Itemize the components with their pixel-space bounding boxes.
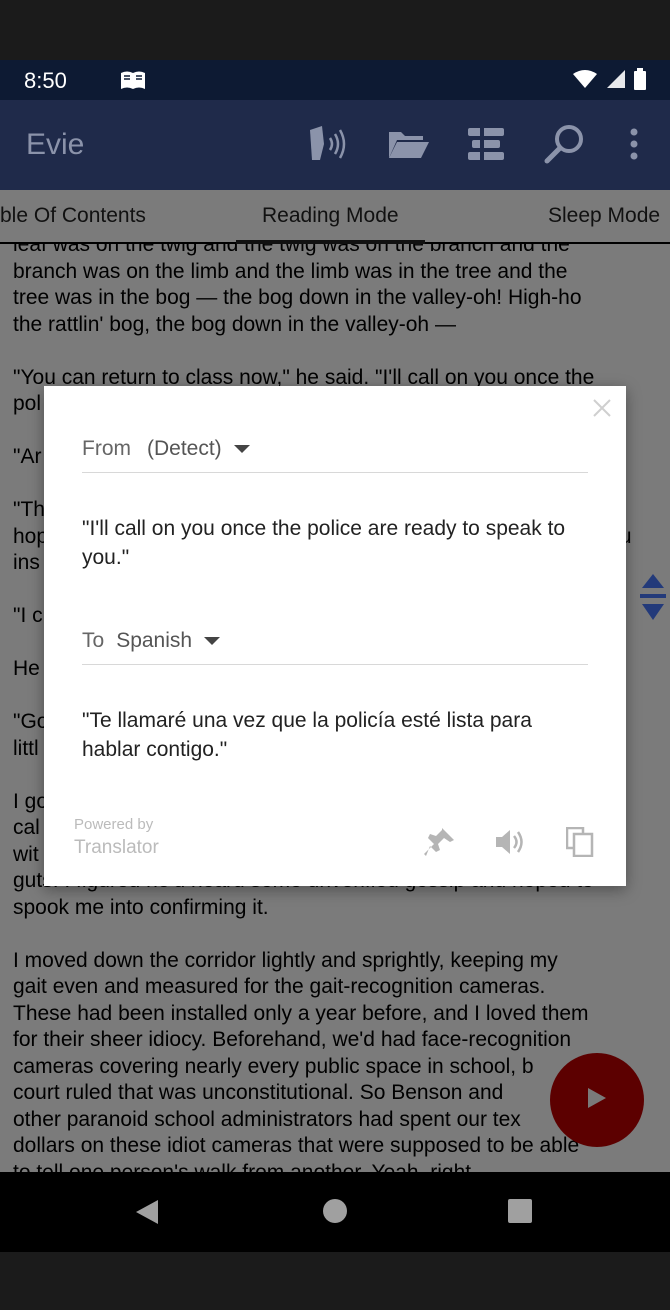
play-button[interactable] xyxy=(550,1053,644,1147)
app-title: Evie xyxy=(26,128,85,161)
open-book-icon xyxy=(120,70,146,95)
chevron-down-icon[interactable] xyxy=(204,637,221,645)
to-language-row[interactable]: To Spanish xyxy=(82,618,588,665)
tab-reading-mode[interactable]: Reading Mode xyxy=(236,204,425,244)
pin-icon[interactable] xyxy=(424,826,456,858)
to-label: To xyxy=(82,629,105,652)
copy-icon[interactable] xyxy=(564,826,596,858)
wifi-icon xyxy=(572,69,598,94)
status-time: 8:50 xyxy=(24,68,67,93)
more-vert-icon[interactable] xyxy=(612,122,656,166)
app-bar: Evie xyxy=(0,100,670,190)
recents-icon[interactable] xyxy=(507,1198,533,1229)
close-icon[interactable] xyxy=(588,394,616,422)
signal-icon xyxy=(606,69,626,94)
speak-icon[interactable] xyxy=(306,122,350,166)
powered-by-label: Powered by xyxy=(74,816,154,833)
from-language-value[interactable]: (Detect) xyxy=(147,437,222,461)
translated-text: "Te llamaré una vez que la policía esté … xyxy=(82,709,532,761)
navigation-bar xyxy=(0,1172,670,1252)
bookmarks-icon[interactable] xyxy=(464,122,508,166)
tab-bar: ble Of Contents Reading Mode Sleep Mode xyxy=(0,190,670,244)
from-label: From xyxy=(82,437,131,460)
from-language-row[interactable]: From (Detect) xyxy=(82,426,588,473)
battery-icon xyxy=(634,68,646,95)
top-black-bar xyxy=(0,0,670,60)
to-language-value[interactable]: Spanish xyxy=(116,629,192,653)
status-bar: 8:50 xyxy=(0,60,670,100)
scroll-arrows-icon[interactable] xyxy=(640,572,666,627)
search-icon[interactable] xyxy=(542,122,586,166)
source-text: "I'll call on you once the police are re… xyxy=(82,517,566,569)
provider-name: Translator xyxy=(74,837,159,858)
tab-sleep-mode[interactable]: Sleep Mode xyxy=(548,204,660,228)
volume-icon[interactable] xyxy=(494,826,526,858)
folder-open-icon[interactable] xyxy=(386,122,430,166)
home-icon[interactable] xyxy=(322,1198,348,1229)
back-icon[interactable] xyxy=(134,1198,160,1231)
bottom-bar xyxy=(0,1252,670,1310)
powered-by: Powered by Translator xyxy=(74,816,159,859)
tab-table-of-contents[interactable]: ble Of Contents xyxy=(0,204,146,228)
play-icon xyxy=(586,1086,608,1115)
chevron-down-icon[interactable] xyxy=(233,445,250,453)
dialog-actions xyxy=(424,826,596,858)
translation-dialog: From (Detect) "I'll call on you once the… xyxy=(44,386,626,886)
